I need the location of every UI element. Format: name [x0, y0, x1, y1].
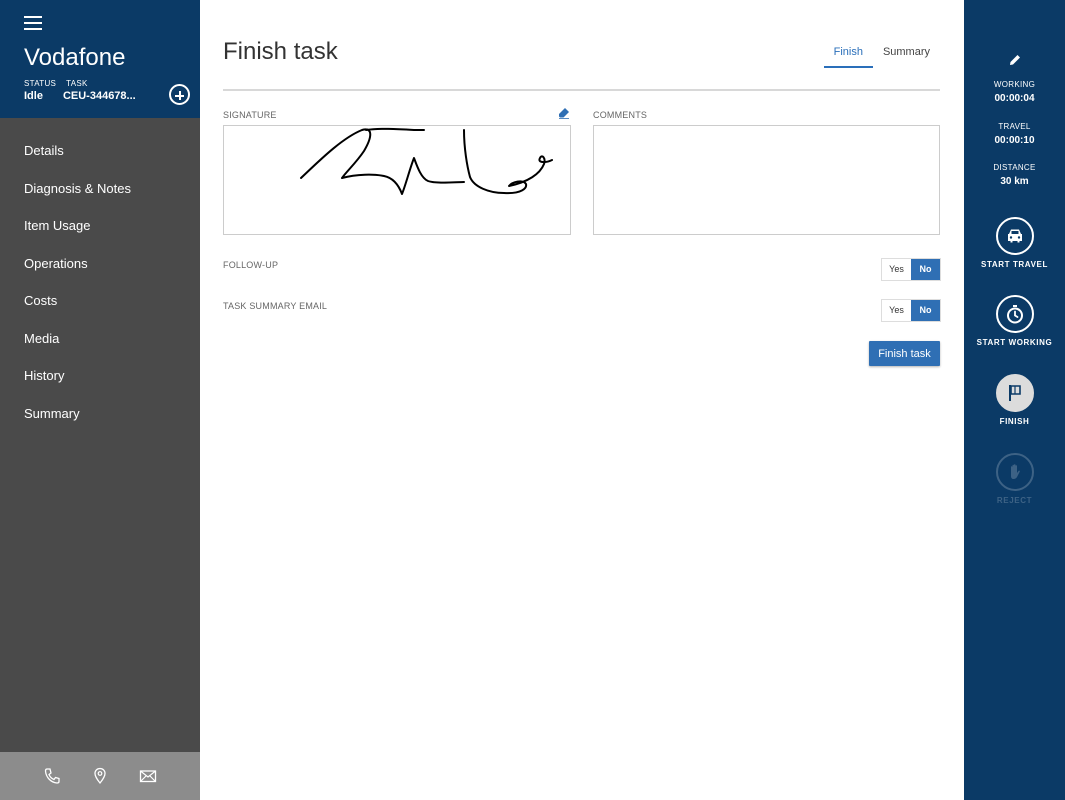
followup-yes-option[interactable]: Yes — [882, 259, 911, 280]
car-icon — [1007, 229, 1022, 243]
task-label: TASK — [66, 79, 88, 88]
tab-finish[interactable]: Finish — [823, 44, 873, 68]
signature-stroke — [300, 127, 553, 195]
add-circle-icon[interactable] — [169, 84, 190, 105]
task-value: CEU-344678... — [62, 90, 136, 102]
sidebar-item-operations[interactable]: Operations — [0, 245, 200, 283]
status-label: STATUS — [24, 79, 57, 88]
eraser-icon[interactable] — [558, 107, 570, 119]
task-summary-email-label: TASK SUMMARY EMAIL — [223, 301, 328, 311]
sidebar-footer — [0, 752, 200, 800]
flag-icon — [1008, 385, 1021, 401]
mail-icon[interactable] — [138, 766, 158, 786]
sidebar-item-history[interactable]: History — [0, 357, 200, 395]
email-yes-option[interactable]: Yes — [882, 300, 911, 321]
finish-task-button[interactable]: Finish task — [869, 341, 940, 366]
sidebar-item-diagnosis-notes[interactable]: Diagnosis & Notes — [0, 170, 200, 208]
signature-pad[interactable] — [223, 125, 571, 235]
distance-label: DISTANCE — [993, 163, 1036, 172]
travel-stat: TRAVEL 00:00:10 — [964, 122, 1065, 146]
tab-bar: Finish Summary — [823, 44, 940, 68]
followup-toggle: Yes No — [881, 258, 941, 281]
distance-value: 30 km — [1000, 176, 1029, 187]
right-panel: WORKING 00:00:04 TRAVEL 00:00:10 DISTANC… — [964, 0, 1065, 800]
sidebar-item-summary[interactable]: Summary — [0, 395, 200, 433]
sidebar-item-costs[interactable]: Costs — [0, 282, 200, 320]
start-travel-label: START TRAVEL — [981, 260, 1048, 269]
pencil-icon[interactable] — [1008, 53, 1022, 67]
hamburger-menu-icon[interactable] — [24, 16, 42, 30]
location-pin-icon[interactable] — [90, 766, 110, 786]
working-value: 00:00:04 — [994, 93, 1035, 104]
working-stat: WORKING 00:00:04 — [964, 80, 1065, 104]
start-working-button[interactable]: START WORKING — [964, 295, 1065, 347]
sidebar-item-details[interactable]: Details — [0, 132, 200, 170]
signature-label: SIGNATURE — [223, 110, 277, 120]
sidebar: Vodafone STATUS TASK Idle CEU-344678... De… — [0, 0, 200, 800]
task-summary-email-toggle: Yes No — [881, 299, 941, 322]
distance-stat: DISTANCE 30 km — [964, 163, 1065, 187]
status-value: Idle — [24, 90, 43, 102]
phone-icon[interactable] — [42, 766, 62, 786]
travel-value: 00:00:10 — [994, 135, 1035, 146]
email-no-option[interactable]: No — [911, 300, 940, 321]
start-working-label: START WORKING — [976, 338, 1053, 347]
comments-label: COMMENTS — [593, 110, 648, 120]
header-divider — [223, 89, 940, 91]
hand-stop-icon — [1010, 464, 1020, 479]
sidebar-header: Vodafone STATUS TASK Idle CEU-344678... — [0, 0, 200, 118]
page-title: Finish task — [223, 38, 338, 65]
reject-button[interactable]: REJECT — [964, 453, 1065, 505]
tab-summary[interactable]: Summary — [873, 44, 940, 68]
sidebar-item-media[interactable]: Media — [0, 320, 200, 358]
company-name: Vodafone — [24, 44, 126, 71]
followup-no-option[interactable]: No — [911, 259, 940, 280]
finish-action-button[interactable]: FINISH — [964, 374, 1065, 426]
travel-label: TRAVEL — [998, 122, 1031, 131]
start-travel-button[interactable]: START TRAVEL — [964, 217, 1065, 269]
sidebar-item-item-usage[interactable]: Item Usage — [0, 207, 200, 245]
reject-label: REJECT — [996, 496, 1033, 505]
main-content: Finish task Finish Summary SIGNATURE COM… — [200, 0, 964, 800]
comments-field[interactable] — [593, 125, 940, 235]
working-label: WORKING — [993, 80, 1036, 89]
finish-action-label: FINISH — [999, 417, 1030, 426]
followup-label: FOLLOW-UP — [223, 260, 279, 270]
stopwatch-icon — [1006, 305, 1023, 324]
sidebar-nav: Details Diagnosis & Notes Item Usage Ope… — [0, 132, 200, 432]
